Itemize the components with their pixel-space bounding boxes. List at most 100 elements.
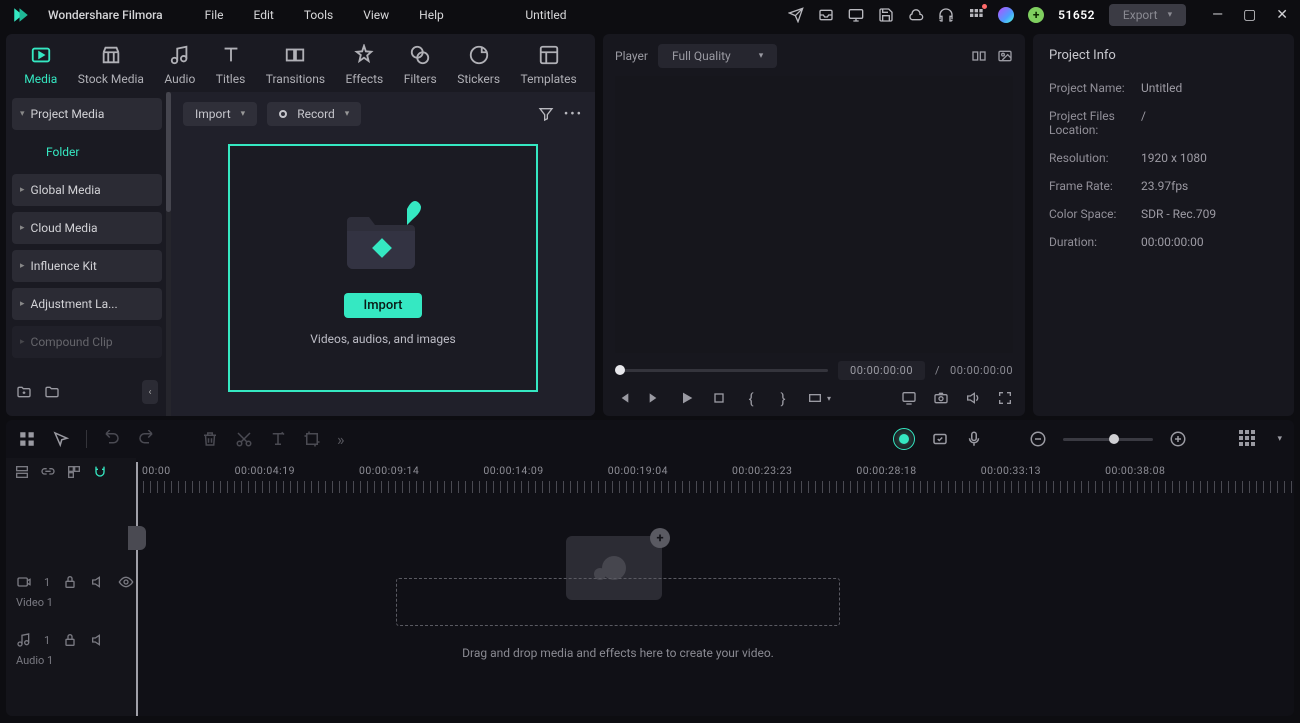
sidebar-item-compound-clip[interactable]: ▸Compound Clip xyxy=(12,326,162,358)
dropzone-hint: Videos, audios, and images xyxy=(310,332,455,346)
ruler-tick: 00:00:23:23 xyxy=(732,464,792,477)
zoom-slider[interactable] xyxy=(1063,438,1153,441)
ai-assistant-icon[interactable] xyxy=(893,428,915,450)
chevron-down-icon: ▾ xyxy=(345,109,350,119)
tab-stickers[interactable]: Stickers xyxy=(457,44,500,86)
visibility-icon[interactable] xyxy=(118,574,134,590)
track-snap-icon[interactable] xyxy=(92,464,108,480)
record-dropdown[interactable]: Record▾ xyxy=(267,102,361,126)
media-icon xyxy=(30,44,52,66)
menu-file[interactable]: File xyxy=(205,8,224,22)
menu-edit[interactable]: Edit xyxy=(254,8,274,22)
grid-icon[interactable] xyxy=(18,430,36,448)
save-icon[interactable] xyxy=(878,7,894,23)
tab-effects[interactable]: Effects xyxy=(346,44,384,86)
close-icon[interactable]: ✕ xyxy=(1276,7,1288,23)
new-folder-icon[interactable] xyxy=(16,384,32,400)
folder-illustration xyxy=(335,191,431,279)
send-icon[interactable] xyxy=(788,7,804,23)
app-logo-icon xyxy=(12,6,30,24)
redo-icon[interactable] xyxy=(137,430,155,448)
tab-templates[interactable]: Templates xyxy=(521,44,577,86)
aspect-dropdown[interactable]: ▾ xyxy=(807,390,831,406)
maximize-icon[interactable]: ▢ xyxy=(1243,7,1256,23)
menu-view[interactable]: View xyxy=(363,8,389,22)
prev-frame-icon[interactable] xyxy=(615,390,631,406)
stop-icon[interactable] xyxy=(711,390,727,406)
mute-icon[interactable] xyxy=(90,574,106,590)
shop-icon xyxy=(100,44,122,66)
add-media-icon[interactable]: + xyxy=(650,528,670,548)
microphone-icon[interactable] xyxy=(965,430,983,448)
snapshot-icon[interactable] xyxy=(933,390,949,406)
stickers-icon xyxy=(468,44,490,66)
lock-icon[interactable] xyxy=(62,632,78,648)
scrub-slider[interactable] xyxy=(615,369,828,372)
headphones-icon[interactable] xyxy=(938,7,954,23)
user-avatar[interactable] xyxy=(998,7,1014,23)
play-icon[interactable] xyxy=(679,390,695,406)
track-magnet-icon[interactable] xyxy=(66,464,82,480)
mark-out-icon[interactable]: } xyxy=(775,390,791,406)
sidebar-item-project-media[interactable]: ▾Project Media xyxy=(12,98,162,130)
menu-help[interactable]: Help xyxy=(419,8,444,22)
tab-stock-media[interactable]: Stock Media xyxy=(78,44,144,86)
import-button[interactable]: Import xyxy=(344,293,423,318)
filter-icon[interactable] xyxy=(538,106,554,122)
mark-in-icon[interactable]: { xyxy=(743,390,759,406)
tab-filters[interactable]: Filters xyxy=(404,44,437,86)
cloud-icon[interactable] xyxy=(908,7,924,23)
delete-icon[interactable] xyxy=(201,430,219,448)
sidebar-item-global-media[interactable]: ▸Global Media xyxy=(12,174,162,206)
export-button[interactable]: Export ▾ xyxy=(1109,4,1186,26)
sidebar-item-cloud-media[interactable]: ▸Cloud Media xyxy=(12,212,162,244)
tab-transitions[interactable]: Transitions xyxy=(266,44,325,86)
import-dropdown[interactable]: Import▾ xyxy=(183,102,257,126)
more-icon[interactable]: ••• xyxy=(564,107,583,122)
undo-icon[interactable] xyxy=(103,430,121,448)
lock-icon[interactable] xyxy=(62,574,78,590)
minimize-icon[interactable]: — xyxy=(1212,7,1223,23)
enhancement-icon[interactable] xyxy=(931,430,949,448)
track-link-icon[interactable] xyxy=(40,464,56,480)
volume-icon[interactable] xyxy=(965,390,981,406)
timeline-ruler[interactable]: 00:00 00:00:04:19 00:00:09:14 00:00:14:0… xyxy=(136,464,1294,498)
inbox-icon[interactable] xyxy=(818,7,834,23)
scrub-handle[interactable] xyxy=(615,365,625,375)
audio-icon xyxy=(169,44,191,66)
timeline-drop-area[interactable] xyxy=(396,578,840,626)
zoom-in-icon[interactable] xyxy=(1169,430,1187,448)
mute-icon[interactable] xyxy=(90,632,106,648)
view-mode-icon[interactable] xyxy=(1239,430,1261,448)
apps-icon-wrap[interactable] xyxy=(968,7,984,23)
monitor-icon[interactable] xyxy=(848,7,864,23)
more-tools-icon[interactable]: » xyxy=(337,430,345,449)
project-info-title: Project Info xyxy=(1049,48,1278,63)
cast-icon[interactable] xyxy=(901,390,917,406)
picture-icon[interactable] xyxy=(997,48,1013,64)
sidebar-item-folder[interactable]: Folder xyxy=(12,136,162,168)
sidebar-item-adjustment-layer[interactable]: ▸Adjustment La... xyxy=(12,288,162,320)
chevron-down-icon: ▾ xyxy=(827,394,831,403)
cut-icon[interactable] xyxy=(235,430,253,448)
window-controls: — ▢ ✕ xyxy=(1212,7,1288,23)
playhead[interactable] xyxy=(136,462,138,716)
pointer-icon[interactable] xyxy=(52,430,70,448)
quality-select[interactable]: Full Quality▾ xyxy=(658,44,777,68)
track-layers-icon[interactable] xyxy=(14,464,30,480)
sidebar-item-influence-kit[interactable]: ▸Influence Kit xyxy=(12,250,162,282)
step-back-icon[interactable] xyxy=(647,390,663,406)
import-dropzone[interactable]: Import Videos, audios, and images xyxy=(228,144,538,392)
zoom-out-icon[interactable] xyxy=(1029,430,1047,448)
tab-media[interactable]: Media xyxy=(24,44,57,86)
text-tool-icon[interactable] xyxy=(269,430,287,448)
collapse-sidebar-button[interactable]: ‹ xyxy=(142,380,158,404)
tab-audio[interactable]: Audio xyxy=(164,44,195,86)
new-bin-icon[interactable] xyxy=(44,384,60,400)
menu-tools[interactable]: Tools xyxy=(304,8,333,22)
tab-titles[interactable]: Titles xyxy=(216,44,245,86)
compare-icon[interactable] xyxy=(971,48,987,64)
crop-icon[interactable] xyxy=(303,430,321,448)
playhead-handle[interactable] xyxy=(128,526,146,550)
fullscreen-icon[interactable] xyxy=(997,390,1013,406)
